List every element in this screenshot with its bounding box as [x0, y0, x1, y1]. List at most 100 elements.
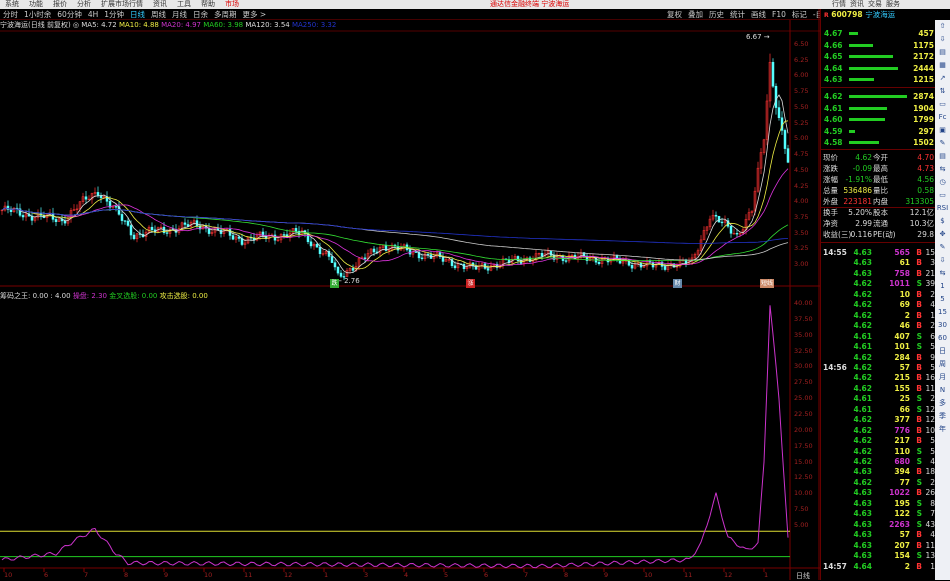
candle	[774, 85, 778, 108]
stock-code: 600798	[831, 10, 863, 19]
x-axis-label: 5	[444, 571, 449, 579]
side-icon[interactable]: ▦	[935, 59, 950, 72]
side-icon[interactable]: ⇩	[935, 33, 950, 46]
side-icon[interactable]: Fc	[935, 111, 950, 124]
signal-marker[interactable]: 跌	[330, 279, 339, 288]
top-menu-item[interactable]: 行情	[832, 0, 846, 8]
candle	[549, 250, 553, 256]
side-icon[interactable]: $	[935, 215, 950, 228]
trade-price: 4.62	[853, 477, 872, 487]
stock-name: 宁波海运	[865, 10, 896, 19]
candle	[783, 130, 787, 149]
side-icon[interactable]: ✎	[935, 241, 950, 254]
asks-volume: 457	[918, 29, 934, 38]
side-icon[interactable]: 60	[935, 332, 950, 345]
top-menu-item[interactable]: 资讯	[850, 0, 864, 8]
quote-value: 29.8	[917, 230, 934, 239]
side-icon[interactable]: 5	[935, 293, 950, 306]
x-axis-label: 11	[244, 571, 253, 579]
side-icon[interactable]: ◷	[935, 176, 950, 189]
side-icon[interactable]: ⇅	[935, 85, 950, 98]
trade-volume: 2263	[889, 519, 910, 529]
side-icon[interactable]: 15	[935, 306, 950, 319]
candle	[330, 256, 334, 263]
trade-volume: 77	[899, 477, 910, 487]
candle	[183, 222, 187, 225]
side-icon[interactable]: ⇧	[935, 20, 950, 33]
candle	[114, 206, 118, 208]
trade-price: 4.61	[853, 394, 872, 404]
side-icon[interactable]: ⇩	[935, 254, 950, 267]
x-axis-label: 3	[364, 571, 369, 579]
signal-marker[interactable]: 财	[673, 279, 682, 288]
candle	[414, 251, 418, 253]
trade-count: 15	[925, 248, 935, 257]
trade-price: 4.62	[853, 310, 872, 320]
quote-label: 最低	[873, 175, 888, 184]
side-icon[interactable]: ▤	[935, 150, 950, 163]
trade-count: 10	[925, 425, 935, 435]
bids-volume: 1502	[913, 138, 934, 147]
signal-marker[interactable]: 短线	[760, 279, 774, 288]
side-icon[interactable]: ✥	[935, 228, 950, 241]
trade-volume: 394	[894, 467, 910, 477]
trade-volume: 61	[899, 258, 910, 268]
side-icon[interactable]: 月	[935, 371, 950, 384]
trade-price: 4.62	[853, 425, 872, 435]
side-icon[interactable]: N	[935, 384, 950, 397]
price-axis-label: 4.00	[794, 197, 809, 206]
asks-volume: 2172	[913, 52, 934, 61]
side-icon[interactable]: ▭	[935, 189, 950, 202]
x-axis-label: 12	[284, 571, 293, 579]
indicator-line-2: 金叉选股: 0.00	[109, 292, 158, 300]
side-icon[interactable]: ⇆	[935, 163, 950, 176]
side-icon[interactable]: RSI	[935, 202, 950, 215]
price-axis-label: 6.25	[794, 55, 809, 64]
trade-volume: 69	[899, 300, 910, 310]
candle	[771, 61, 775, 87]
price-axis-label: 5.50	[794, 102, 809, 111]
side-icon[interactable]: ✎	[935, 137, 950, 150]
kline-chart[interactable]: 6.67 → ← 2.76	[0, 0, 820, 580]
top-menu-item[interactable]: 服务	[886, 0, 900, 8]
side-icon[interactable]: 30	[935, 319, 950, 332]
trade-price: 4.62	[853, 383, 872, 393]
candle	[219, 229, 223, 234]
side-icon[interactable]: ▣	[935, 124, 950, 137]
signal-marker[interactable]: 涨	[466, 279, 475, 288]
asks-volume-bar	[849, 78, 874, 81]
trade-row: 4.63 57 B 4	[821, 530, 936, 540]
indicator-axis-label: 35.00	[794, 330, 813, 339]
trade-volume: 215	[894, 373, 910, 383]
top-menu-item[interactable]: 交易	[868, 0, 882, 8]
side-icon[interactable]: 1	[935, 280, 950, 293]
trade-time: 14:57	[823, 561, 847, 571]
side-icon[interactable]: ↗	[935, 72, 950, 85]
trade-row: 4.62 46 B 2	[821, 321, 936, 331]
trade-price: 4.62	[853, 289, 872, 299]
trade-side: B	[916, 530, 922, 540]
bids-volume-bar	[849, 141, 880, 144]
side-icon[interactable]: ▤	[935, 46, 950, 59]
candle	[720, 221, 724, 224]
side-icon[interactable]: 日	[935, 345, 950, 358]
asks-row: 4.64 2444	[821, 63, 936, 74]
side-icon[interactable]: 多	[935, 397, 950, 410]
price-axis-label: 5.00	[794, 134, 809, 143]
indicator-axis-label: 10.00	[794, 489, 813, 498]
side-icon[interactable]: 季	[935, 410, 950, 423]
trade-price: 4.62	[853, 321, 872, 331]
trade-price: 4.61	[853, 404, 872, 414]
side-icon[interactable]: 周	[935, 358, 950, 371]
side-icon[interactable]: 年	[935, 423, 950, 436]
x-axis-label: 9	[604, 571, 609, 579]
trade-side: B	[916, 540, 922, 550]
quote-row: 收益(三) 0.116 PE(动) 29.8	[821, 229, 936, 240]
bids-volume: 2874	[913, 92, 934, 101]
indicator-axis-label: 7.50	[794, 505, 809, 514]
trade-side: B	[916, 300, 922, 310]
trade-volume: 57	[899, 530, 910, 540]
side-icon[interactable]: ⇆	[935, 267, 950, 280]
bids-volume-bar	[849, 95, 907, 98]
side-icon[interactable]: ▭	[935, 98, 950, 111]
